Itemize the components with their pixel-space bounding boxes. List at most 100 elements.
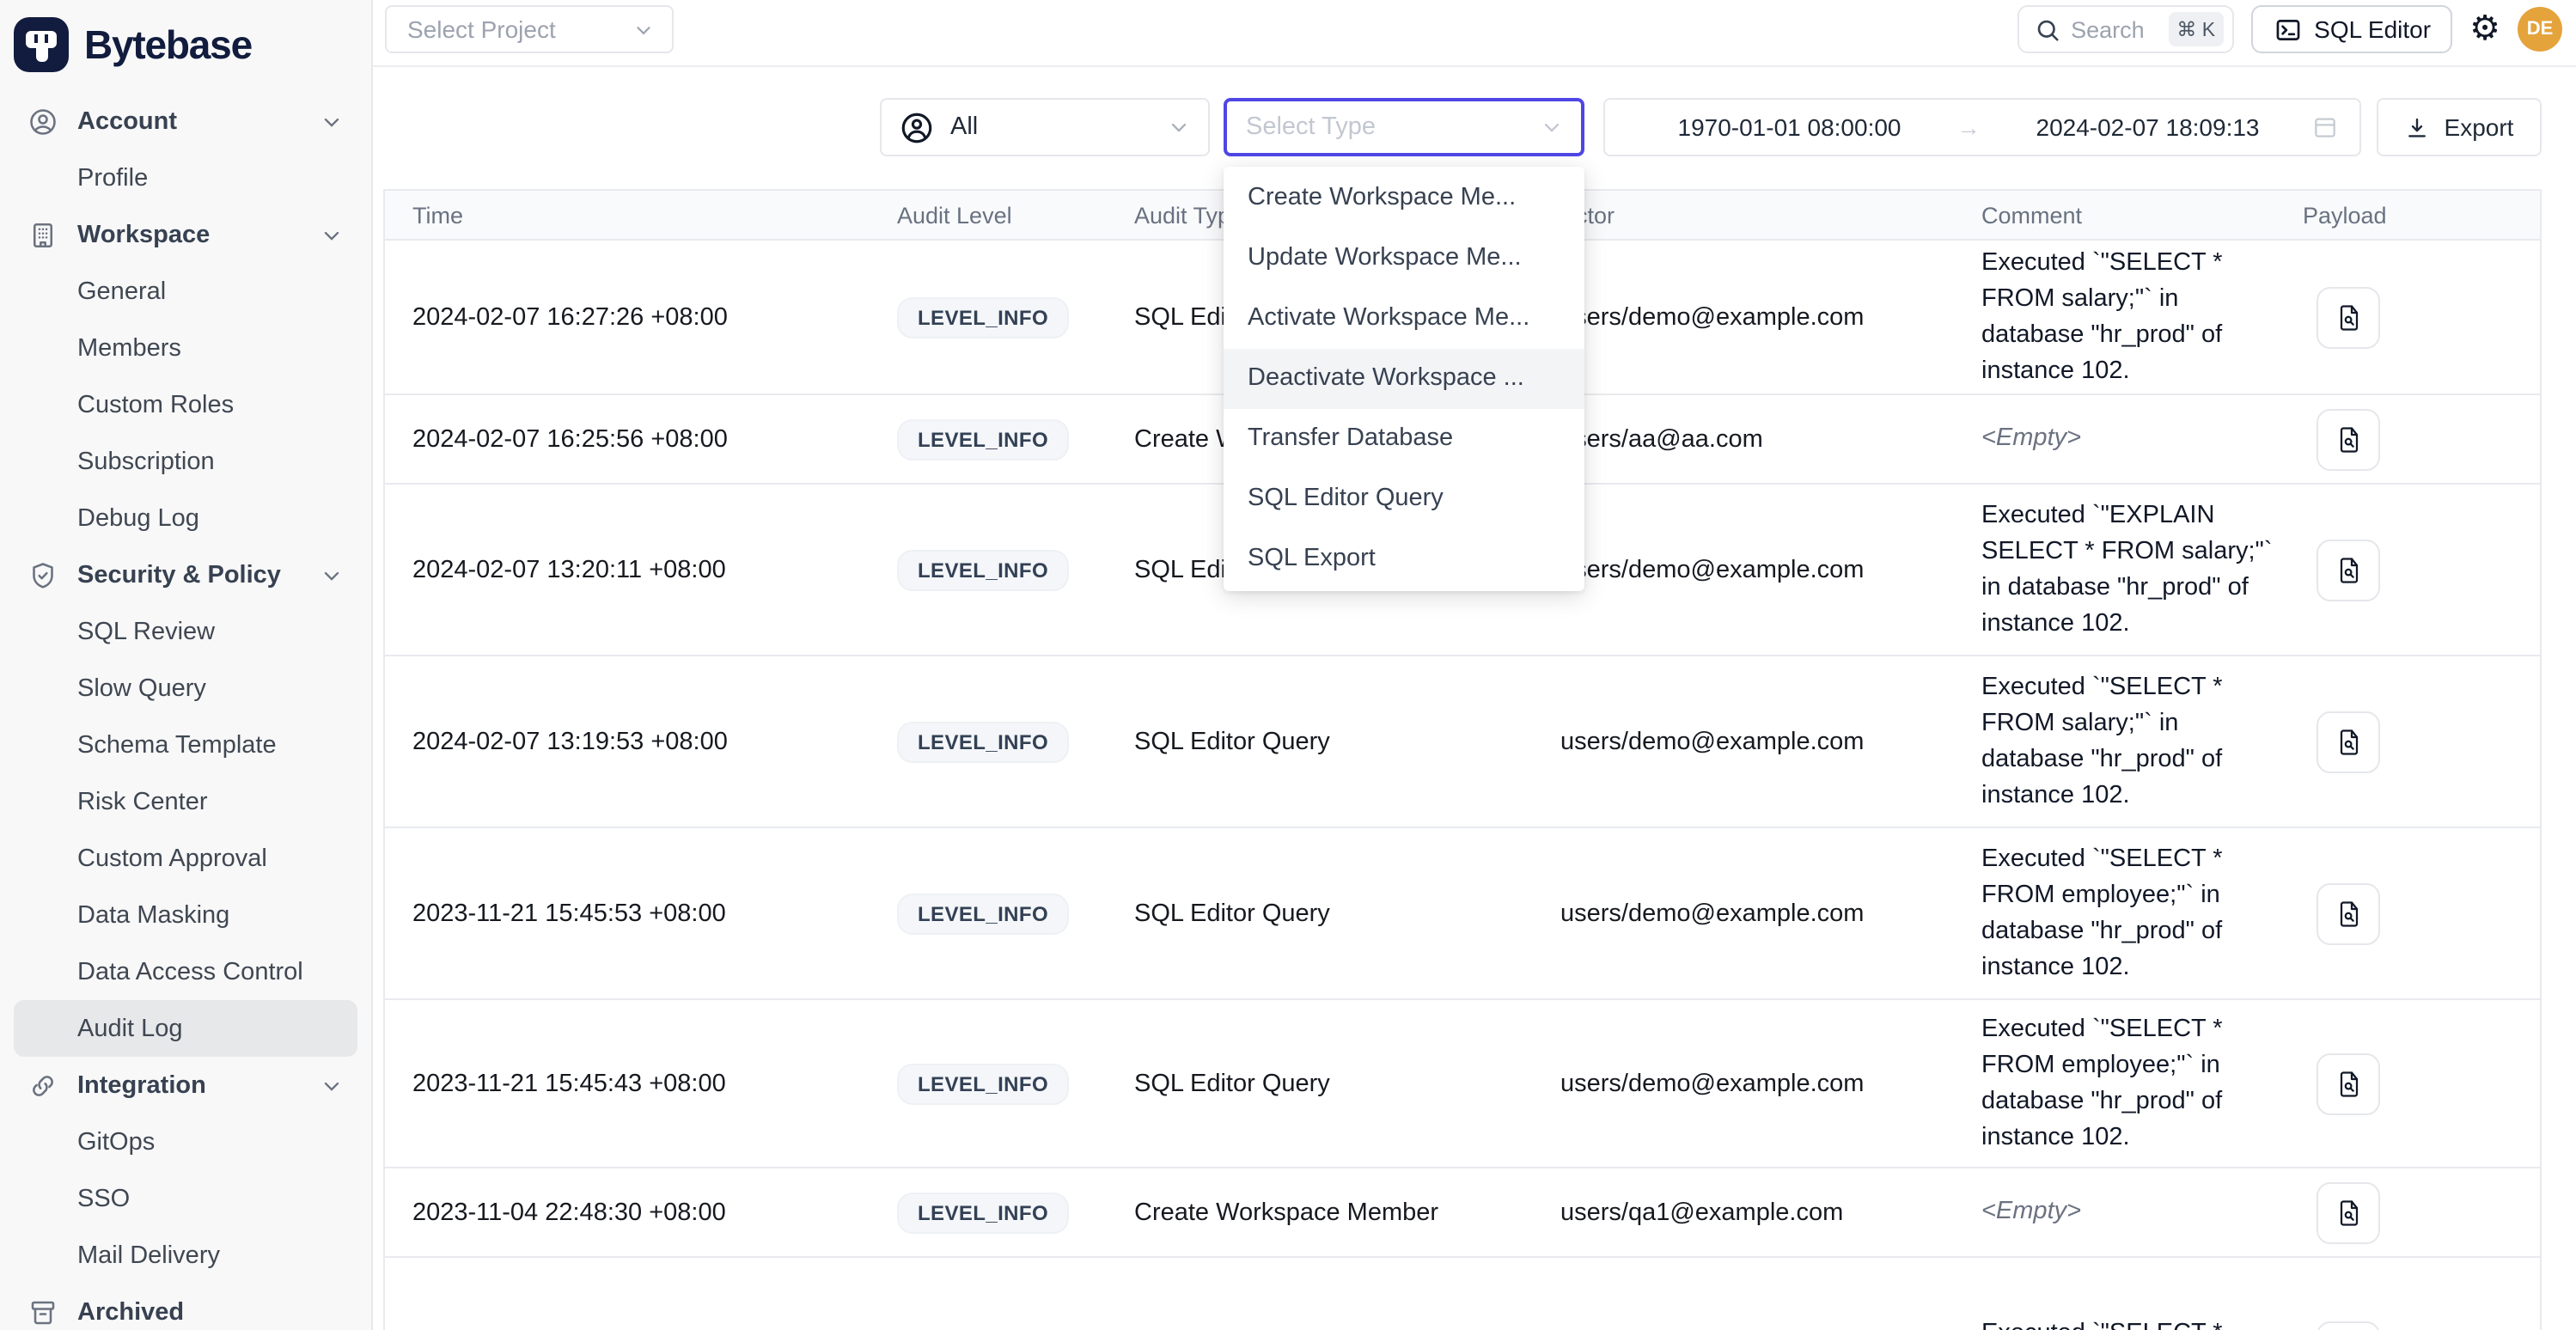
row-actor: users/demo@example.com: [1560, 1070, 1981, 1097]
row-time: 2024-02-07 13:19:53 +08:00: [385, 728, 897, 755]
row-level: LEVEL_INFO: [897, 296, 1134, 338]
sidebar-item-profile[interactable]: Profile: [14, 149, 357, 206]
project-select[interactable]: Select Project: [385, 5, 674, 53]
row-level: LEVEL_INFO: [897, 893, 1134, 934]
brand-logo[interactable]: Bytebase: [0, 0, 371, 79]
row-actor: users/aa@aa.com: [1560, 425, 1981, 453]
menu-item-sql-editor-query[interactable]: SQL Editor Query: [1224, 469, 1584, 529]
sidebar-group-security-policy[interactable]: Security & Policy: [14, 546, 357, 603]
sidebar-group-integration[interactable]: Integration: [14, 1057, 357, 1113]
link-icon: [27, 1070, 58, 1101]
sidebar-item-custom-roles[interactable]: Custom Roles: [14, 376, 357, 433]
row-level: LEVEL_INFO: [897, 549, 1134, 590]
sidebar-item-slow-query[interactable]: Slow Query: [14, 660, 357, 717]
row-level: LEVEL_INFO: [897, 418, 1134, 460]
row-time: 2023-11-21 15:45:43 +08:00: [385, 1070, 897, 1097]
level-badge: LEVEL_INFO: [897, 418, 1069, 460]
sidebar-item-custom-approval[interactable]: Custom Approval: [14, 830, 357, 887]
user-circle-icon: [899, 109, 935, 145]
level-badge: LEVEL_INFO: [897, 721, 1069, 762]
sidebar-item-data-access-control[interactable]: Data Access Control: [14, 943, 357, 1000]
calendar-icon: [2311, 113, 2339, 141]
table-row: 2024-02-07 13:19:53 +08:00 LEVEL_INFO SQ…: [385, 656, 2540, 828]
archive-icon: [27, 1296, 58, 1327]
date-end-value: 2024-02-07 18:09:13: [1984, 113, 2311, 141]
menu-item-create-workspace-member[interactable]: Create Workspace Me...: [1224, 168, 1584, 229]
sidebar-item-data-masking[interactable]: Data Masking: [14, 887, 357, 943]
date-range-picker[interactable]: 1970-01-01 08:00:00 → 2024-02-07 18:09:1…: [1603, 98, 2361, 156]
column-header-actor: Actor: [1560, 202, 1981, 228]
menu-item-activate-workspace-member[interactable]: Activate Workspace Me...: [1224, 289, 1584, 349]
row-payload: [2303, 1321, 2540, 1330]
sidebar-group-workspace[interactable]: Workspace: [14, 206, 357, 263]
sidebar-item-mail-delivery[interactable]: Mail Delivery: [14, 1227, 357, 1284]
payload-view-button[interactable]: [2317, 1321, 2380, 1330]
level-badge: LEVEL_INFO: [897, 1192, 1069, 1233]
payload-view-button[interactable]: [2317, 711, 2380, 772]
search-input[interactable]: Search ⌘ K: [2017, 5, 2234, 53]
sidebar-item-risk-center[interactable]: Risk Center: [14, 773, 357, 830]
type-filter-menu: Create Workspace Me... Update Workspace …: [1224, 167, 1584, 591]
column-header-time: Time: [385, 202, 897, 228]
export-button[interactable]: Export: [2377, 98, 2542, 156]
payload-view-button[interactable]: [2317, 539, 2380, 601]
menu-item-transfer-database[interactable]: Transfer Database: [1224, 409, 1584, 469]
payload-view-button[interactable]: [2317, 286, 2380, 348]
level-badge: LEVEL_INFO: [897, 549, 1069, 590]
date-start-value: 1970-01-01 08:00:00: [1626, 113, 1953, 141]
sidebar: Bytebase Account Profile Workspace: [0, 0, 373, 1330]
row-actor: users/qa1@example.com: [1560, 1199, 1981, 1226]
sidebar-group-account[interactable]: Account: [14, 93, 357, 149]
sidebar-item-schema-template[interactable]: Schema Template: [14, 717, 357, 773]
payload-view-button[interactable]: [2317, 1052, 2380, 1114]
menu-item-update-workspace-member[interactable]: Update Workspace Me...: [1224, 229, 1584, 289]
user-circle-icon: [27, 106, 58, 137]
topbar: Select Project Search ⌘ K SQL Editor ⚙ D…: [373, 0, 2576, 67]
terminal-icon: [2273, 15, 2302, 44]
row-comment: Executed `"SELECT * FROM employee;"` in …: [1981, 841, 2303, 985]
avatar[interactable]: DE: [2518, 7, 2562, 52]
sidebar-item-debug-log[interactable]: Debug Log: [14, 490, 357, 546]
payload-view-button[interactable]: [2317, 1181, 2380, 1243]
download-icon: [2405, 114, 2431, 140]
payload-view-button[interactable]: [2317, 408, 2380, 470]
sidebar-item-general[interactable]: General: [14, 263, 357, 320]
menu-item-sql-export[interactable]: SQL Export: [1224, 529, 1584, 589]
column-header-comment: Comment: [1981, 202, 2303, 228]
sidebar-item-sql-review[interactable]: SQL Review: [14, 603, 357, 660]
type-filter-select[interactable]: Select Type: [1224, 98, 1584, 156]
actor-filter-select[interactable]: All: [880, 98, 1210, 156]
row-actor: users/demo@example.com: [1560, 728, 1981, 755]
sidebar-item-members[interactable]: Members: [14, 320, 357, 376]
type-filter-placeholder: Select Type: [1246, 113, 1540, 141]
row-comment: <Empty>: [1981, 1194, 2303, 1230]
search-placeholder: Search: [2071, 16, 2158, 42]
chevron-down-icon: [320, 1073, 344, 1097]
row-level: LEVEL_INFO: [897, 721, 1134, 762]
sidebar-item-archived[interactable]: Archived: [14, 1284, 357, 1330]
sidebar-item-audit-log[interactable]: Audit Log: [14, 1000, 357, 1057]
row-type: SQL Editor Query: [1134, 900, 1560, 927]
chevron-down-icon: [320, 563, 344, 587]
row-time: 2024-02-07 16:27:26 +08:00: [385, 303, 897, 331]
payload-view-button[interactable]: [2317, 882, 2380, 944]
row-type: SQL Editor Query: [1134, 728, 1560, 755]
bytebase-logo-icon: [14, 17, 69, 72]
sidebar-item-gitops[interactable]: GitOps: [14, 1113, 357, 1170]
row-payload: [2303, 1181, 2540, 1243]
sql-editor-button[interactable]: SQL Editor: [2251, 5, 2452, 53]
row-time: 2023-11-21 15:45:53 +08:00: [385, 900, 897, 927]
table-row: 2023-11-04 22:48:30 +08:00 LEVEL_INFO Cr…: [385, 1168, 2540, 1258]
level-badge: LEVEL_INFO: [897, 893, 1069, 934]
gear-icon[interactable]: ⚙: [2469, 12, 2500, 46]
menu-item-deactivate-workspace-member[interactable]: Deactivate Workspace ...: [1224, 349, 1584, 409]
shield-check-icon: [27, 559, 58, 590]
row-payload: [2303, 711, 2540, 772]
row-time: 2024-02-07 16:25:56 +08:00: [385, 425, 897, 453]
topbar-right-cluster: Search ⌘ K SQL Editor ⚙ DE: [2017, 3, 2562, 55]
chevron-down-icon: [1167, 115, 1191, 139]
file-search-icon: [2333, 424, 2364, 455]
sidebar-item-sso[interactable]: SSO: [14, 1170, 357, 1227]
file-search-icon: [2333, 302, 2364, 332]
sidebar-item-subscription[interactable]: Subscription: [14, 433, 357, 490]
